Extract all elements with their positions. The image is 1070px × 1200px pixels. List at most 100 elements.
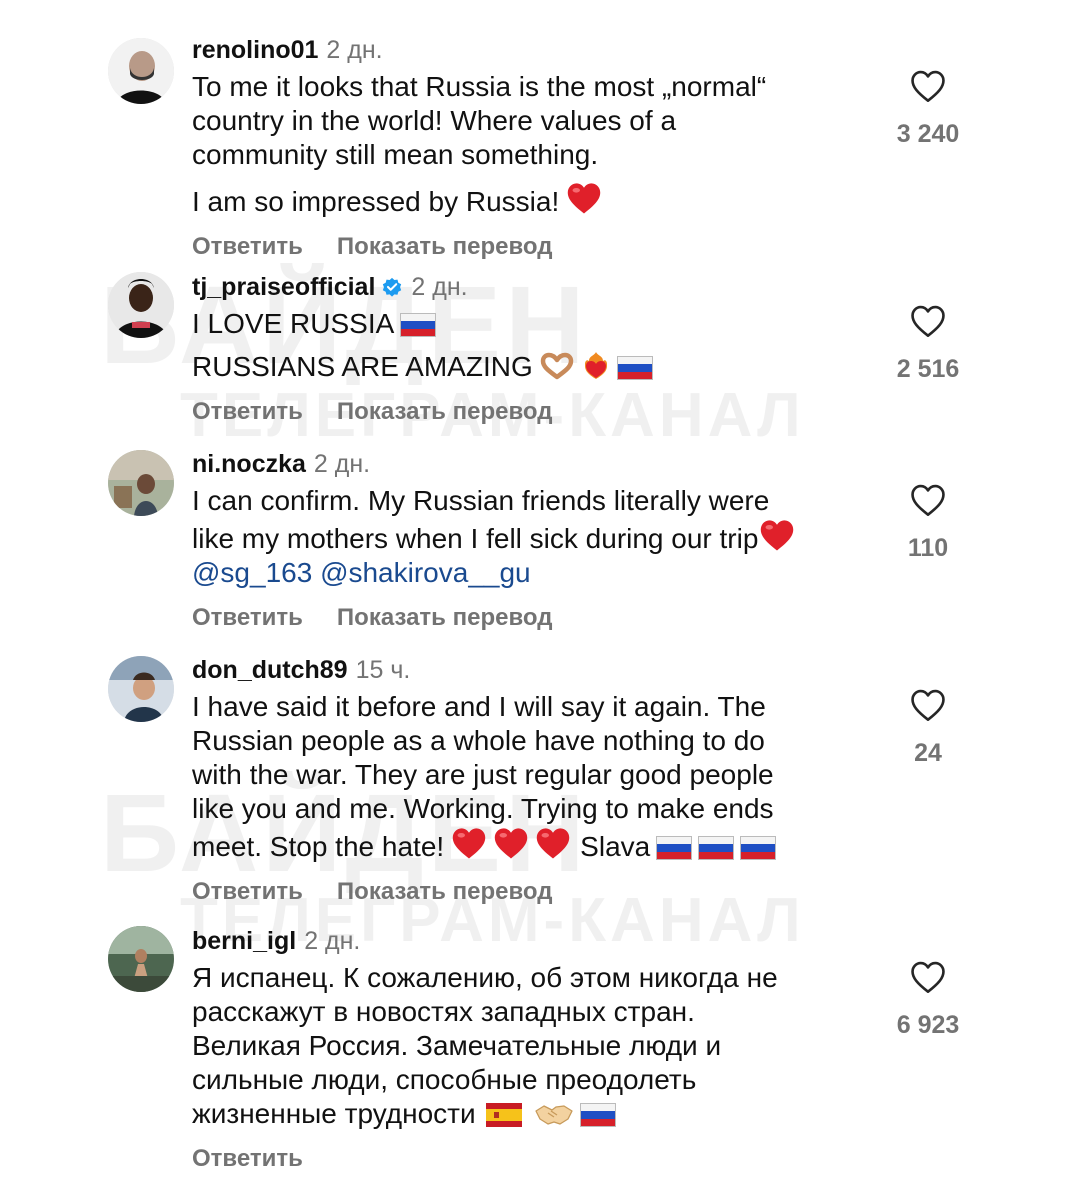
- avatar-image: [108, 38, 174, 104]
- timestamp: 2 дн.: [304, 927, 361, 955]
- username[interactable]: tj_praiseofficial: [192, 273, 375, 301]
- red-heart-emoji-icon: [450, 826, 488, 860]
- reply-button[interactable]: Ответить: [192, 878, 303, 905]
- comment-text: сильные люди, способные преодолеть: [192, 1064, 697, 1095]
- like-count: 2 516: [896, 355, 960, 383]
- comment-text: I have said it before and I will say it …: [192, 691, 766, 722]
- heart-icon[interactable]: [909, 69, 947, 103]
- like-column: 110: [880, 483, 976, 563]
- comment-text: I can confirm. My Russian friends litera…: [192, 485, 770, 516]
- comment-text-line: I LOVE RUSSIA: [192, 307, 872, 341]
- username[interactable]: berni_igl: [192, 927, 296, 955]
- like-count: 3 240: [896, 120, 960, 148]
- comment-text: Великая Россия. Замечательные люди и: [192, 1030, 722, 1061]
- comment-header: ni.noczka 2 дн.: [192, 449, 872, 479]
- comment-text-line: жизненные трудности: [192, 1097, 872, 1131]
- russia-flag-emoji-icon: [698, 836, 734, 860]
- comment-text: Russian people as a whole have nothing t…: [192, 725, 765, 756]
- comment-text: like my mothers when I fell sick during …: [192, 523, 759, 554]
- timestamp: 15 ч.: [355, 656, 411, 684]
- russia-flag-emoji-icon: [740, 836, 776, 860]
- comment-text: Я испанец. К сожалению, об этом никогда …: [192, 962, 778, 993]
- username[interactable]: don_dutch89: [192, 656, 348, 684]
- comment-body: don_dutch89 15 ч. I have said it before a…: [192, 655, 872, 906]
- comment-text: RUSSIANS ARE AMAZING: [192, 351, 533, 382]
- like-count: 110: [907, 534, 949, 562]
- avatar-image: [108, 656, 174, 722]
- comment-text: To me it looks that Russia is the most „…: [192, 71, 767, 102]
- like-count: 6 923: [896, 1011, 960, 1039]
- comment-body: tj_praiseofficial 2 дн. I LOVE RUSSIA RUS…: [192, 272, 872, 426]
- red-heart-emoji-icon: [758, 518, 796, 552]
- timestamp: 2 дн.: [411, 273, 468, 301]
- comment-text-line: meet. Stop the hate! Slava: [192, 826, 872, 864]
- like-count: 24: [914, 739, 942, 767]
- avatar[interactable]: [108, 926, 174, 992]
- heart-icon[interactable]: [909, 483, 947, 517]
- comment-text: Slava: [580, 831, 651, 862]
- russia-flag-emoji-icon: [656, 836, 692, 860]
- russia-flag-emoji-icon: [580, 1103, 616, 1127]
- comment-text-line: I am so impressed by Russia!: [192, 181, 872, 219]
- comment-text-line: like my mothers when I fell sick during …: [192, 518, 872, 556]
- russia-flag-emoji-icon: [617, 356, 653, 380]
- comment-text: I LOVE RUSSIA: [192, 308, 395, 339]
- avatar-image: [108, 926, 174, 992]
- comment-text: расскажут в новостях западных стран.: [192, 996, 695, 1027]
- timestamp: 2 дн.: [326, 36, 383, 64]
- show-translation-button[interactable]: Показать перевод: [337, 233, 553, 260]
- heart-hands-emoji-icon: [539, 352, 575, 380]
- avatar-image: [108, 450, 174, 516]
- comment-header: berni_igl 2 дн.: [192, 926, 872, 956]
- reply-button[interactable]: Ответить: [192, 233, 303, 260]
- timestamp: 2 дн.: [313, 450, 371, 478]
- comment-body: renolino01 2 дн. To me it looks that Russ…: [192, 35, 872, 261]
- mention-link[interactable]: @sg_163 @shakirova__gu: [192, 556, 872, 590]
- comment-text: like you and me. Working. Trying to make…: [192, 793, 774, 824]
- comment-actions: Ответить: [192, 1145, 872, 1173]
- comment-text-line: RUSSIANS ARE AMAZING: [192, 350, 872, 384]
- reply-button[interactable]: Ответить: [192, 1145, 303, 1172]
- like-column: 24: [880, 688, 976, 768]
- like-column: 2 516: [880, 304, 976, 384]
- red-heart-emoji-icon: [492, 826, 530, 860]
- avatar[interactable]: [108, 38, 174, 104]
- comment-header: renolino01 2 дн.: [192, 35, 872, 65]
- comment-text: community still mean something.: [192, 139, 599, 170]
- avatar[interactable]: [108, 272, 174, 338]
- comment-actions: Ответить Показать перевод: [192, 878, 872, 906]
- avatar[interactable]: [108, 656, 174, 722]
- comment-actions: Ответить Показать перевод: [192, 398, 872, 426]
- handshake-emoji-icon: [534, 1101, 574, 1127]
- spain-flag-emoji-icon: [486, 1103, 522, 1127]
- comment-text: meet. Stop the hate!: [192, 831, 445, 862]
- comment-actions: Ответить Показать перевод: [192, 604, 872, 632]
- comment-header: tj_praiseofficial 2 дн.: [192, 272, 872, 302]
- comment-body: berni_igl 2 дн. Я испанец. К сожалению, о…: [192, 926, 872, 1173]
- comment-body: ni.noczka 2 дн. I can confirm. My Russian…: [192, 449, 872, 632]
- comment-text: country in the world! Where values of a: [192, 105, 677, 136]
- comment-text: жизненные трудности: [192, 1098, 476, 1129]
- username[interactable]: renolino01: [192, 36, 318, 64]
- like-column: 6 923: [880, 960, 976, 1040]
- heart-icon[interactable]: [909, 688, 947, 722]
- red-heart-emoji-icon: [565, 181, 603, 215]
- red-heart-emoji-icon: [534, 826, 572, 860]
- username[interactable]: ni.noczka: [192, 450, 306, 478]
- comment-header: don_dutch89 15 ч.: [192, 655, 872, 685]
- show-translation-button[interactable]: Показать перевод: [337, 398, 553, 425]
- heart-icon[interactable]: [909, 960, 947, 994]
- show-translation-button[interactable]: Показать перевод: [337, 878, 553, 905]
- heart-on-fire-emoji-icon: [581, 350, 611, 380]
- heart-icon[interactable]: [909, 304, 947, 338]
- like-column: 3 240: [880, 69, 976, 149]
- avatar[interactable]: [108, 450, 174, 516]
- comment-text: I am so impressed by Russia!: [192, 186, 560, 217]
- show-translation-button[interactable]: Показать перевод: [337, 604, 553, 631]
- reply-button[interactable]: Ответить: [192, 604, 303, 631]
- russia-flag-emoji-icon: [400, 313, 436, 337]
- comment-actions: Ответить Показать перевод: [192, 233, 872, 261]
- avatar-image: [108, 272, 174, 338]
- comment-text: with the war. They are just regular good…: [192, 759, 774, 790]
- reply-button[interactable]: Ответить: [192, 398, 303, 425]
